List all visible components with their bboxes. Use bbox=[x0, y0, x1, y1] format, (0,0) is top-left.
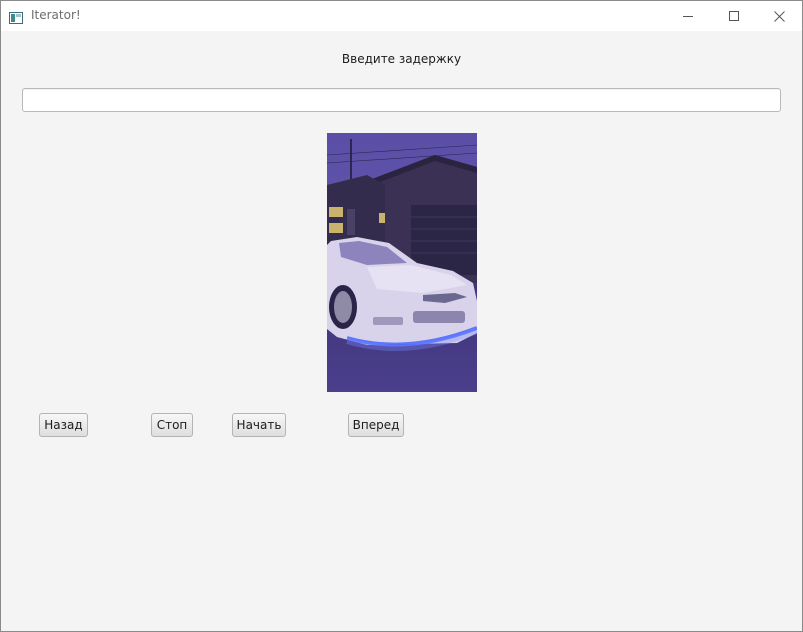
maximize-button[interactable] bbox=[711, 1, 757, 31]
car-image bbox=[327, 133, 477, 392]
minimize-button[interactable] bbox=[665, 1, 711, 31]
content-pane: Введите задержку Назад Стоп Начать Впере… bbox=[1, 31, 802, 631]
close-button[interactable] bbox=[756, 1, 802, 31]
delay-prompt-label: Введите задержку bbox=[341, 52, 462, 66]
back-button[interactable]: Назад bbox=[39, 413, 88, 437]
java-app-icon bbox=[9, 9, 23, 24]
app-window: Iterator! Введите задержку Назад Стоп На… bbox=[0, 0, 803, 632]
start-button[interactable]: Начать bbox=[232, 413, 286, 437]
minimize-icon bbox=[682, 11, 694, 22]
maximize-icon bbox=[728, 10, 740, 22]
title-bar[interactable]: Iterator! bbox=[1, 1, 802, 31]
window-title: Iterator! bbox=[31, 8, 81, 22]
stop-button[interactable]: Стоп bbox=[151, 413, 193, 437]
close-icon bbox=[773, 10, 785, 22]
forward-button[interactable]: Вперед bbox=[348, 413, 404, 437]
delay-input[interactable] bbox=[22, 88, 781, 112]
